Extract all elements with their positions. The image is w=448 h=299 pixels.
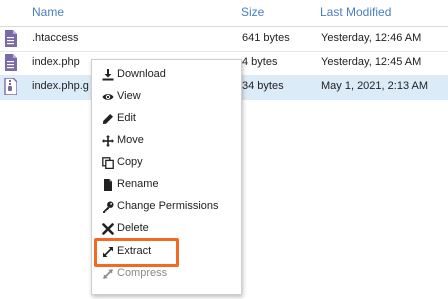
file-text-icon	[5, 54, 17, 71]
file-size: 641 bytes	[242, 32, 290, 44]
menu-item-label: View	[117, 90, 141, 102]
column-header-last-modified[interactable]: Last Modified	[320, 5, 391, 19]
file-icon	[104, 179, 112, 191]
menu-item-download[interactable]: Download	[92, 64, 241, 86]
key-icon	[103, 201, 114, 213]
menu-item-label: Download	[117, 68, 166, 80]
file-name[interactable]: index.php.g	[32, 80, 89, 92]
menu-item-move[interactable]: Move	[92, 130, 241, 152]
menu-item-label: Copy	[117, 156, 143, 168]
copy-icon	[102, 157, 114, 169]
file-table-header: Name Size Last Modified	[0, 0, 448, 26]
file-modified: Yesterday, 12:46 AM	[321, 32, 422, 44]
menu-item-label: Rename	[117, 178, 159, 190]
menu-item-label: Delete	[117, 222, 149, 234]
menu-item-edit[interactable]: Edit	[92, 108, 241, 130]
file-archive-icon	[4, 78, 17, 95]
file-modified: Yesterday, 12:45 AM	[321, 56, 422, 68]
table-row[interactable]: .htaccess 641 bytes Yesterday, 12:46 AM	[0, 27, 448, 51]
file-name[interactable]: .htaccess	[32, 32, 78, 44]
menu-item-copy[interactable]: Copy	[92, 152, 241, 174]
file-size: 34 bytes	[242, 80, 284, 92]
file-size: 4 bytes	[242, 56, 278, 68]
menu-item-view[interactable]: View	[92, 86, 241, 108]
menu-item-delete[interactable]: Delete	[92, 218, 241, 240]
menu-item-label: Move	[117, 134, 144, 146]
menu-item-label: Change Permissions	[117, 200, 219, 212]
download-icon	[102, 69, 114, 81]
menu-item-label: Edit	[117, 112, 136, 124]
extract-highlight-box	[94, 238, 179, 267]
menu-item-rename[interactable]: Rename	[92, 174, 241, 196]
move-icon	[102, 135, 114, 147]
compress-icon	[102, 268, 114, 280]
file-modified: May 1, 2021, 2:13 AM	[321, 80, 429, 92]
column-header-name[interactable]: Name	[32, 5, 64, 19]
file-text-icon	[5, 30, 17, 47]
pencil-icon	[103, 114, 113, 124]
menu-item-label: Compress	[117, 267, 168, 279]
column-header-size[interactable]: Size	[241, 5, 264, 19]
eye-icon	[102, 94, 114, 100]
menu-item-change-permissions[interactable]: Change Permissions	[92, 196, 241, 218]
file-name[interactable]: index.php	[32, 56, 80, 68]
close-icon	[102, 223, 114, 235]
